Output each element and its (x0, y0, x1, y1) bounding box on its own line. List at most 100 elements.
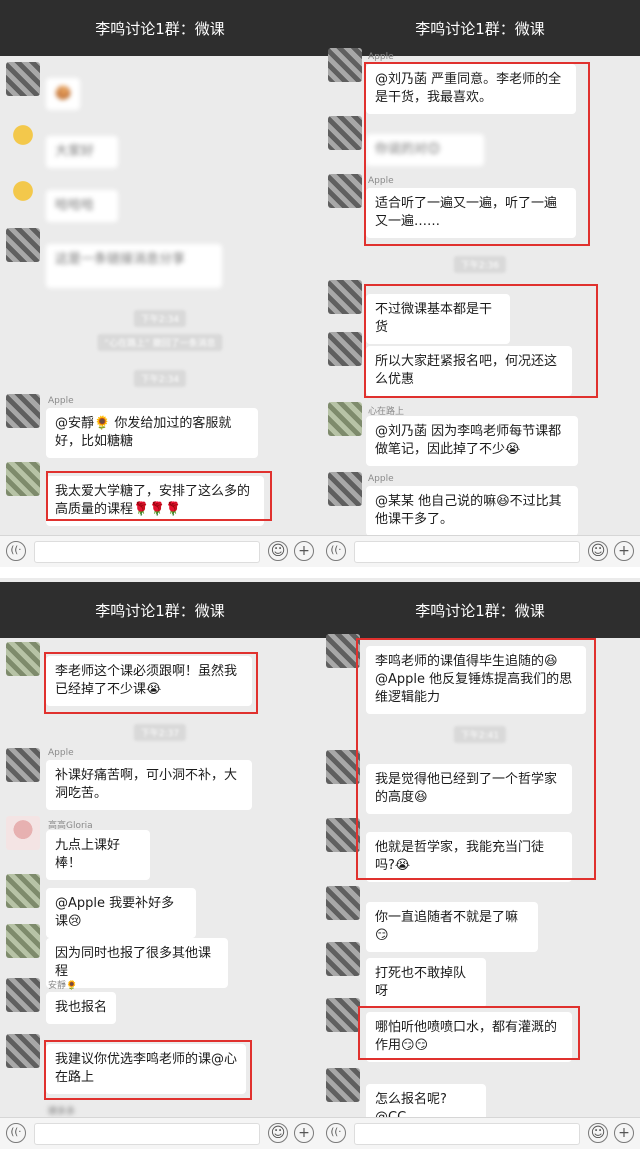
message-input[interactable] (354, 1123, 580, 1145)
avatar[interactable] (328, 48, 362, 82)
highlight-box (46, 471, 272, 521)
highlight-box (356, 638, 596, 880)
timestamp: 下午2:34 (133, 370, 187, 387)
message-text: @刘乃菡 因为李鸣老师每节课都做笔记，因此掉了不少😭 (375, 424, 562, 457)
message-text: 补课好痛苦啊，可小洞不补，大洞吃苦。 (55, 768, 238, 801)
emoji-icon[interactable]: ☺ (588, 541, 608, 561)
emoji-icon[interactable]: ☺ (268, 541, 288, 561)
avatar[interactable] (326, 998, 360, 1032)
plus-icon[interactable]: + (294, 1123, 314, 1143)
chat-title: 李鸣讨论1群：微课 (95, 19, 225, 38)
chat-title: 李鸣讨论1群：微课 (415, 19, 545, 38)
voice-icon[interactable]: ((· (6, 541, 26, 561)
timestamp: 下午2:34 (133, 310, 187, 327)
timestamp: 下午2:36 (453, 256, 507, 273)
message-text: 因为同时也报了很多其他课程 (55, 946, 212, 979)
avatar[interactable] (326, 818, 360, 852)
sender-name: Apple (48, 396, 74, 406)
avatar[interactable] (6, 978, 40, 1012)
message-text: 你一直追随者不就是了嘛😏 (375, 910, 519, 943)
message-input[interactable] (34, 541, 260, 563)
avatar[interactable] (6, 394, 40, 428)
chat-panel-bottom-left: 李鸣讨论1群：微课 李老师这个课必须跟啊！虽然我已经掉了不少课😭 下午2:37 … (0, 578, 320, 1149)
avatar[interactable] (6, 642, 40, 676)
sender-name: 德多多 (48, 1107, 76, 1117)
avatar[interactable] (6, 924, 40, 958)
message-bubble[interactable]: @某某 他自己说的嘛😆不过比其他课干多了。 (366, 486, 578, 536)
plus-icon[interactable]: + (294, 541, 314, 561)
avatar[interactable] (6, 118, 40, 152)
plus-icon[interactable]: + (614, 1123, 634, 1143)
message-bubble[interactable]: 我也报名 (46, 992, 116, 1024)
message-text: 🍪 (55, 86, 72, 101)
message-bubble[interactable]: @安靜🌻 你发给加过的客服就好，比如糖糖 (46, 408, 258, 458)
emoji-icon[interactable]: ☺ (588, 1123, 608, 1143)
message-bubble[interactable]: 补课好痛苦啊，可小洞不补，大洞吃苦。 (46, 760, 252, 810)
avatar[interactable] (328, 116, 362, 150)
avatar[interactable] (328, 280, 362, 314)
message-text: @Apple 我要补好多课😢 (55, 896, 175, 929)
avatar[interactable] (328, 472, 362, 506)
input-bar: ((· ☺ + (0, 535, 320, 567)
timestamp: 下午2:37 (133, 724, 187, 741)
avatar[interactable] (326, 1068, 360, 1102)
highlight-box (44, 1040, 252, 1100)
message-input[interactable] (354, 541, 580, 563)
message-bubble[interactable]: 这是一条链接消息分享 (46, 244, 222, 288)
avatar[interactable] (6, 462, 40, 496)
highlight-box (44, 652, 258, 714)
voice-icon[interactable]: ((· (326, 541, 346, 561)
avatar[interactable] (6, 228, 40, 262)
message-bubble[interactable]: @Apple 我要补好多课😢 (46, 888, 196, 938)
chat-header: 李鸣讨论1群：微课 (320, 0, 640, 56)
avatar[interactable] (328, 332, 362, 366)
input-bar: ((· ☺ + (320, 535, 640, 567)
message-text: @某某 他自己说的嘛😆不过比其他课干多了。 (375, 494, 562, 527)
message-text: 九点上课好棒！ (55, 838, 121, 871)
chat-header: 李鸣讨论1群：微课 (320, 582, 640, 638)
avatar[interactable] (326, 634, 360, 668)
highlight-box (364, 284, 598, 398)
avatar[interactable] (326, 750, 360, 784)
message-bubble[interactable]: 大家好 (46, 136, 118, 168)
message-bubble[interactable]: 打死也不敢掉队呀 (366, 958, 486, 1008)
chat-title: 李鸣讨论1群：微课 (95, 601, 225, 620)
sender-name: Apple (48, 748, 74, 758)
avatar[interactable] (326, 942, 360, 976)
message-bubble[interactable]: 🍪 (46, 78, 80, 110)
avatar[interactable] (6, 816, 40, 850)
input-bar: ((· ☺ + (320, 1117, 640, 1149)
sender-name: 安靜🌻 (48, 981, 78, 991)
message-text: 我也报名 (55, 1000, 108, 1015)
avatar[interactable] (6, 174, 40, 208)
voice-icon[interactable]: ((· (326, 1123, 346, 1143)
avatar[interactable] (6, 874, 40, 908)
chat-header: 李鸣讨论1群：微课 (0, 0, 320, 56)
message-bubble[interactable]: 哈哈哈 (46, 190, 118, 222)
message-text: 这是一条链接消息分享 (55, 252, 186, 267)
message-input[interactable] (34, 1123, 260, 1145)
emoji-icon[interactable]: ☺ (268, 1123, 288, 1143)
message-text: 哈哈哈 (55, 198, 95, 213)
sender-name: Apple (368, 52, 394, 62)
sender-name: Apple (368, 474, 394, 484)
message-bubble[interactable]: @刘乃菡 因为李鸣老师每节课都做笔记，因此掉了不少😭 (366, 416, 578, 466)
avatar[interactable] (6, 748, 40, 782)
message-text: 打死也不敢掉队呀 (375, 966, 467, 999)
message-text: @安靜🌻 你发给加过的客服就好，比如糖糖 (55, 416, 232, 449)
avatar[interactable] (6, 62, 40, 96)
avatar[interactable] (328, 174, 362, 208)
avatar[interactable] (328, 402, 362, 436)
avatar[interactable] (6, 1034, 40, 1068)
message-text: 大家好 (55, 144, 95, 159)
plus-icon[interactable]: + (614, 541, 634, 561)
highlight-box (364, 62, 590, 246)
voice-icon[interactable]: ((· (6, 1123, 26, 1143)
recall-notice: “心在路上” 撤回了一条消息 (97, 334, 223, 351)
message-bubble[interactable]: 九点上课好棒！ (46, 830, 150, 880)
message-bubble[interactable]: 你一直追随者不就是了嘛😏 (366, 902, 538, 952)
chat-panel-top-right: 李鸣讨论1群：微课 Apple @刘乃菡 严重同意。李老师的全是干货，我最喜欢。… (320, 0, 640, 567)
input-bar: ((· ☺ + (0, 1117, 320, 1149)
chat-panel-top-left: 李鸣讨论1群：微课 🍪 大家好 哈哈哈 这是一条链接消息分享 下午2:34 “心… (0, 0, 320, 567)
avatar[interactable] (326, 886, 360, 920)
